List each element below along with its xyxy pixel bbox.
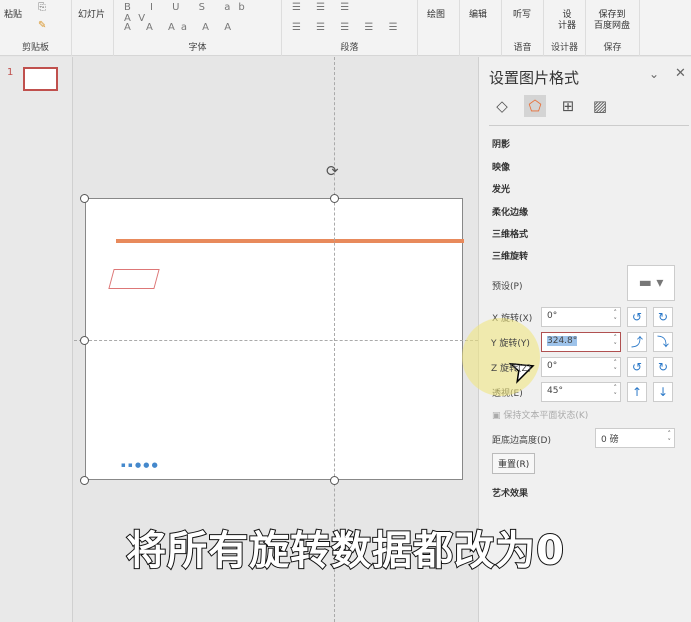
arrow-up-icon[interactable]: ↑ (627, 382, 647, 402)
fill-line-icon[interactable]: ◇ (491, 95, 513, 117)
tab-divider (489, 125, 689, 126)
picture-header-bar (116, 239, 464, 243)
dictate-button[interactable]: 听写 (513, 10, 531, 21)
font-group: B I U S ab AV A A Aa A A 字体 (114, 0, 282, 56)
spinner-icon[interactable]: ˄ ˅ (614, 334, 618, 350)
size-properties-icon[interactable]: ⊞ (557, 95, 579, 117)
perspective-input[interactable]: 45° ˄ ˅ (541, 382, 621, 402)
slides-group: 幻灯片 (72, 0, 114, 56)
rotate-left-icon[interactable]: ↺ (627, 307, 647, 327)
spinner-icon[interactable]: ˄ ˅ (614, 309, 618, 325)
designer-group: 设 计器 设计器 (544, 0, 586, 56)
horizontal-guide (74, 340, 478, 341)
draw-group: 绘图 (418, 0, 460, 56)
rotate-cw-icon[interactable]: ↻ (653, 357, 673, 377)
section-artistic-effects[interactable]: 艺术效果 (492, 486, 528, 499)
voice-label: 语音 (513, 43, 532, 53)
designer-button[interactable]: 设 计器 (558, 10, 576, 32)
distance-label: 距底边高度(D) (492, 436, 551, 446)
close-icon[interactable]: ✕ (675, 66, 686, 81)
picture-icon[interactable]: ▨ (589, 95, 611, 117)
save-group: 保存到 百度网盘 保存 (586, 0, 640, 56)
section-glow[interactable]: 发光 (492, 182, 510, 195)
section-reflection[interactable]: 映像 (492, 160, 510, 173)
resize-handle[interactable] (330, 476, 339, 485)
spinner-icon[interactable]: ˄ ˅ (614, 384, 618, 400)
designer-label: 设计器 (550, 43, 578, 53)
section-soft-edges[interactable]: 柔化边缘 (492, 205, 528, 218)
voice-group: 听写 语音 (502, 0, 544, 56)
distance-input[interactable]: 0 磅 ˄ ˅ (595, 428, 675, 448)
font-label: 字体 (188, 43, 207, 53)
keep-text-flat-label: 保持文本平面状态(K) (503, 411, 589, 421)
x-rotation-value: 0° (547, 311, 558, 321)
paste-button[interactable]: 粘贴 (4, 10, 22, 21)
edit-group: 编辑 (460, 0, 502, 56)
keep-text-flat-checkbox[interactable]: ▣ 保持文本平面状态(K) (492, 408, 588, 421)
copy-icon[interactable]: ⎘ (38, 2, 46, 13)
section-shadow[interactable]: 阴影 (492, 137, 510, 150)
effects-icon[interactable]: ⬠ (524, 95, 546, 117)
spinner-icon[interactable]: ˄ ˅ (614, 359, 618, 375)
y-rotation-label: Y 旋转(Y) (491, 339, 530, 349)
resize-handle[interactable] (80, 194, 89, 203)
paragraph-label: 段落 (340, 43, 359, 53)
preset-label: 预设(P) (492, 282, 523, 292)
z-rotation-label: Z 旋转(Z) (491, 364, 532, 374)
pane-title: 设置图片格式 (489, 69, 580, 87)
subtitle-caption: 将所有旋转数据都改为0 (125, 527, 565, 575)
slides-button[interactable]: 幻灯片 (78, 10, 105, 21)
rotate-up-icon[interactable]: ⤴ (627, 332, 647, 352)
rotate-handle-icon[interactable]: ⟳ (326, 162, 339, 180)
preset-dropdown[interactable]: ▬ ▾ (627, 265, 675, 301)
clipboard-label: 剪贴板 (21, 43, 49, 53)
chevron-down-icon[interactable]: ⌄ (649, 67, 659, 81)
y-rotation-input[interactable]: 324.8° ˄ ˅ (541, 332, 621, 352)
reset-button[interactable]: 重置(R) (492, 453, 536, 474)
ribbon: 粘贴 ⎘ ✎ 剪贴板 幻灯片 B I U S ab AV A A Aa A A … (0, 0, 691, 56)
selected-picture[interactable]: ▪ ▪ ● ● ● (85, 198, 464, 480)
section-3d-rotation[interactable]: 三维旋转 (492, 249, 528, 262)
perspective-value: 45° (547, 386, 563, 396)
rotate-down-icon[interactable]: ⤵ (653, 332, 673, 352)
draw-button[interactable]: 绘图 (427, 10, 445, 21)
save-label: 保存 (603, 43, 622, 53)
slide-thumbnail[interactable] (23, 67, 58, 91)
picture-taskbar: ▪ ▪ ● ● ● (121, 461, 158, 469)
y-rotation-value: 324.8° (547, 336, 578, 346)
rotate-right-icon[interactable]: ↻ (653, 307, 673, 327)
x-rotation-label: X 旋转(X) (492, 314, 533, 324)
resize-handle[interactable] (80, 476, 89, 485)
x-rotation-input[interactable]: 0° ˄ ˅ (541, 307, 621, 327)
format-painter-icon[interactable]: ✎ (38, 20, 46, 31)
edit-button[interactable]: 编辑 (469, 10, 487, 21)
resize-handle[interactable] (80, 336, 89, 345)
section-3d-format[interactable]: 三维格式 (492, 227, 528, 240)
slide-number: 1 (7, 67, 14, 78)
resize-handle[interactable] (330, 194, 339, 203)
list-icons[interactable]: ☰ ☰ ☰ (292, 2, 355, 13)
arrow-down-icon[interactable]: ↓ (653, 382, 673, 402)
paragraph-group: ☰ ☰ ☰ ☰ ☰ ☰ ☰ ☰ 段落 (282, 0, 418, 56)
font-color-icons[interactable]: A A Aa A A (124, 22, 237, 33)
z-rotation-input[interactable]: 0° ˄ ˅ (541, 357, 621, 377)
picture-shape (108, 269, 160, 289)
spinner-icon[interactable]: ˄ ˅ (668, 430, 672, 446)
align-icons[interactable]: ☰ ☰ ☰ ☰ ☰ (292, 22, 404, 33)
distance-value: 0 磅 (601, 435, 619, 445)
z-rotation-value: 0° (547, 361, 558, 371)
perspective-label: 透视(E) (492, 389, 523, 399)
rotate-ccw-icon[interactable]: ↺ (627, 357, 647, 377)
save-baidu-button[interactable]: 保存到 百度网盘 (594, 10, 630, 32)
clipboard-group: 粘贴 ⎘ ✎ 剪贴板 (0, 0, 72, 56)
font-style-icons[interactable]: B I U S ab AV (124, 2, 281, 24)
